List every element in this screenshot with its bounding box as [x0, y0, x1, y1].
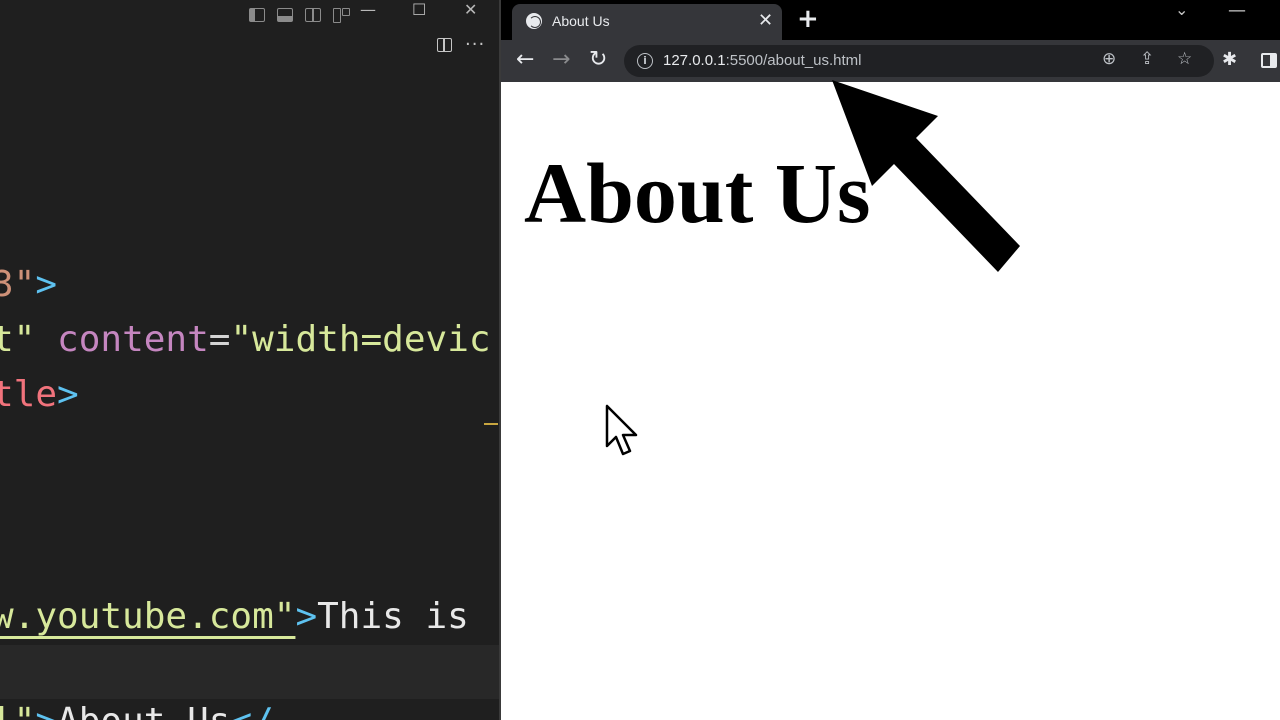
- close-window-button[interactable]: ✕: [464, 2, 477, 18]
- code-editor[interactable]: — ☐ ✕ ··· 3"> t" content="width=devic tl…: [0, 0, 499, 720]
- browser-toolbar: ← → ↻ i 127.0.0.1:5500/about_us.html ⊕ ⇪…: [501, 40, 1280, 82]
- code-line: w.youtube.com">This is: [0, 593, 469, 641]
- tab-search-icon[interactable]: ⌄: [1175, 0, 1188, 19]
- code-token: About Us: [57, 701, 230, 720]
- code-token: >: [35, 701, 57, 720]
- code-token: >: [35, 264, 58, 305]
- toggle-primary-sidebar-icon[interactable]: [249, 8, 265, 22]
- tab-strip: About Us ✕ + ⌄ —: [501, 0, 1280, 40]
- mouse-cursor-icon: [605, 404, 638, 456]
- code-token-link[interactable]: w.youtube.com": [0, 596, 295, 637]
- code-token: >: [295, 596, 318, 637]
- bookmark-star-icon[interactable]: ☆: [1177, 49, 1192, 69]
- code-line: 3">: [0, 261, 57, 309]
- code-token: </: [230, 701, 273, 720]
- browser-minimize-button[interactable]: —: [1228, 0, 1246, 21]
- gutter-marker: [484, 423, 498, 425]
- zoom-icon[interactable]: ⊕: [1102, 49, 1116, 69]
- share-icon[interactable]: ⇪: [1140, 49, 1154, 69]
- code-token: t": [0, 319, 36, 360]
- code-line: t" content="width=devic: [0, 316, 491, 364]
- code-token: This is: [317, 596, 469, 637]
- more-actions-icon[interactable]: ···: [465, 34, 485, 55]
- forward-button[interactable]: →: [552, 48, 570, 72]
- back-button[interactable]: ←: [516, 48, 534, 72]
- maximize-window-button[interactable]: ☐: [412, 2, 426, 18]
- tab-close-icon[interactable]: ✕: [758, 10, 773, 31]
- code-token: l": [0, 701, 35, 720]
- toggle-secondary-sidebar-icon[interactable]: [305, 8, 321, 22]
- annotation-arrow-icon: [832, 80, 1020, 272]
- code-token: content: [57, 319, 209, 360]
- extensions-icon[interactable]: ✱: [1222, 49, 1237, 70]
- page-heading: About Us: [524, 145, 871, 241]
- side-panel-icon[interactable]: [1261, 53, 1277, 68]
- browser-tab-about-us[interactable]: About Us ✕: [512, 4, 782, 40]
- code-token: "width=devic: [230, 319, 491, 360]
- site-info-icon[interactable]: i: [637, 53, 653, 69]
- code-token: >: [57, 374, 79, 415]
- minimize-window-button[interactable]: —: [360, 2, 376, 18]
- layout-controls: [249, 8, 350, 23]
- customize-layout-icon[interactable]: [333, 8, 350, 23]
- split-editor-icon[interactable]: [437, 38, 452, 52]
- address-bar[interactable]: i 127.0.0.1:5500/about_us.html ⊕ ⇪ ☆: [624, 45, 1214, 77]
- code-line: tle>: [0, 371, 79, 419]
- code-token: tle: [0, 374, 58, 415]
- url-host: 127.0.0.1: [663, 52, 726, 69]
- current-line-highlight: [0, 645, 499, 699]
- toggle-panel-icon[interactable]: [277, 8, 293, 22]
- new-tab-button[interactable]: +: [797, 4, 819, 34]
- code-token: 3": [0, 264, 36, 305]
- code-line: l">About Us</: [0, 698, 274, 720]
- code-token: =: [208, 319, 231, 360]
- url-text[interactable]: 127.0.0.1:5500/about_us.html: [663, 52, 862, 69]
- code-area[interactable]: 3"> t" content="width=devic tle> w.youtu…: [0, 0, 491, 720]
- tab-title: About Us: [552, 13, 610, 29]
- reload-button[interactable]: ↻: [589, 48, 607, 72]
- url-path: :5500/about_us.html: [725, 52, 862, 69]
- globe-icon: [526, 13, 542, 29]
